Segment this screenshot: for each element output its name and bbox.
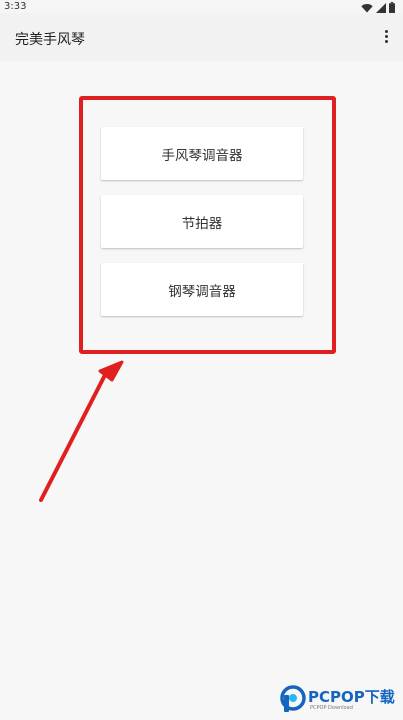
wifi-icon — [361, 3, 373, 12]
metronome-button[interactable]: 节拍器 — [101, 195, 303, 248]
accordion-tuner-button[interactable]: 手风琴调音器 — [101, 127, 303, 180]
overflow-menu-icon[interactable] — [381, 30, 391, 46]
status-bar: 3:33 — [0, 0, 403, 14]
app-title: 完美手风琴 — [15, 32, 85, 48]
status-icons — [361, 2, 395, 13]
watermark-subtitle: PCPOP Download — [310, 705, 353, 711]
watermark-brand: PCPOP下载 — [308, 688, 395, 706]
app-bar: 完美手风琴 — [0, 14, 403, 61]
watermark: PCPOP下载 PCPOP Download — [280, 683, 398, 717]
status-time: 3:33 — [4, 1, 27, 12]
cellular-signal-icon — [376, 2, 386, 13]
battery-icon — [389, 2, 395, 13]
piano-tuner-button[interactable]: 钢琴调音器 — [101, 263, 303, 316]
pcpop-logo-icon — [280, 685, 306, 712]
